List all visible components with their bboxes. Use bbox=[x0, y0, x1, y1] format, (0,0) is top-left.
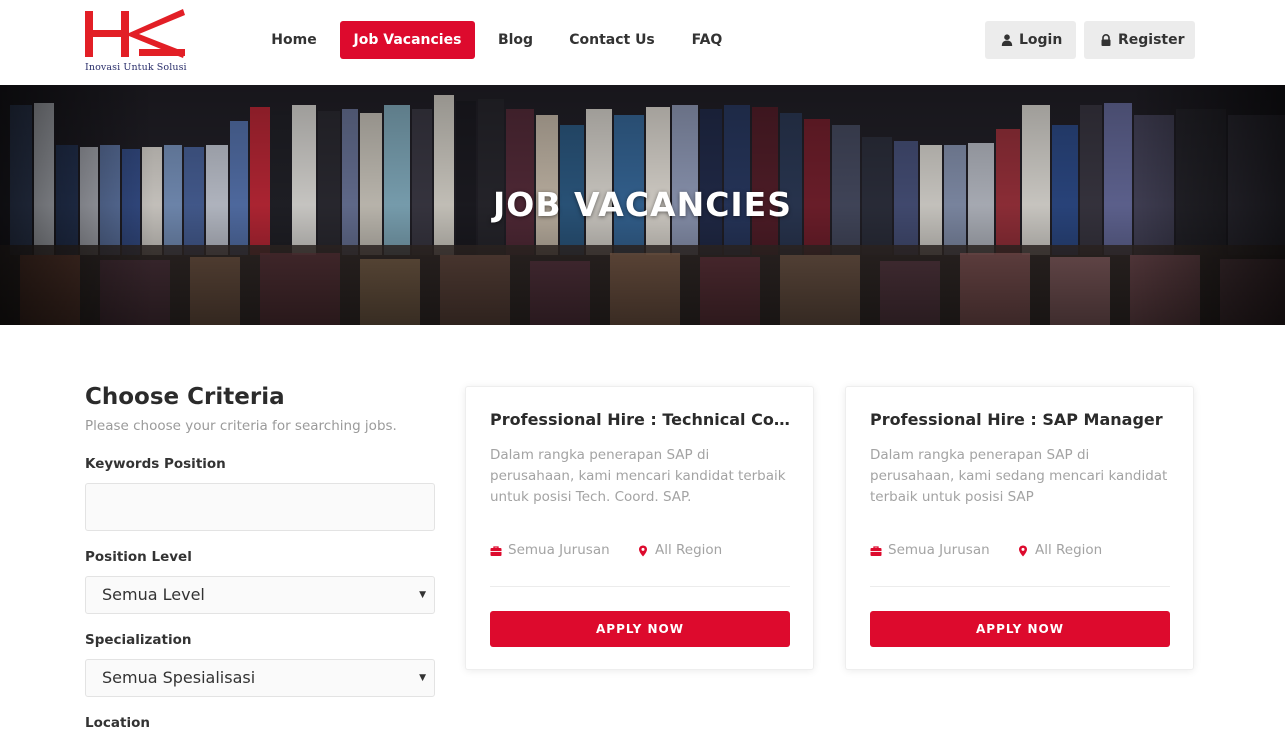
job-region: All Region bbox=[1017, 542, 1102, 558]
brand-tagline: Inovasi Untuk Solusi bbox=[85, 62, 187, 73]
card-divider bbox=[490, 586, 790, 587]
caret-down-icon: ▼ bbox=[419, 590, 426, 600]
job-title[interactable]: Professional Hire : Technical Coor... bbox=[490, 410, 790, 429]
job-card: Professional Hire : Technical Coor... Da… bbox=[465, 386, 814, 670]
map-pin-icon bbox=[1019, 545, 1027, 557]
job-major-text: Semua Jurusan bbox=[508, 542, 610, 558]
hero-title: JOB VACANCIES bbox=[493, 185, 792, 224]
nav-blog[interactable]: Blog bbox=[485, 21, 546, 59]
nav-home[interactable]: Home bbox=[258, 21, 330, 59]
keywords-input[interactable] bbox=[85, 483, 435, 531]
briefcase-icon bbox=[870, 546, 882, 556]
login-button[interactable]: Login bbox=[985, 21, 1076, 59]
criteria-title: Choose Criteria bbox=[85, 384, 285, 410]
nav-faq[interactable]: FAQ bbox=[678, 21, 736, 59]
specialization-select[interactable]: Semua Spesialisasi ▼ bbox=[85, 659, 435, 697]
apply-now-button[interactable]: APPLY NOW bbox=[870, 611, 1170, 647]
login-label: Login bbox=[1019, 32, 1063, 48]
job-major: Semua Jurusan bbox=[870, 542, 990, 558]
hero-banner: JOB VACANCIES bbox=[0, 85, 1285, 325]
nav-job-vacancies[interactable]: Job Vacancies bbox=[340, 21, 475, 59]
job-region-text: All Region bbox=[655, 542, 723, 558]
map-pin-icon bbox=[639, 545, 647, 557]
user-icon bbox=[1001, 34, 1013, 46]
nav-contact-us[interactable]: Contact Us bbox=[558, 21, 666, 59]
job-description: Dalam rangka penerapan SAP di perusahaan… bbox=[490, 447, 786, 505]
position-level-label: Position Level bbox=[85, 549, 192, 565]
keywords-label: Keywords Position bbox=[85, 456, 226, 472]
position-level-value: Semua Level bbox=[102, 585, 205, 604]
hk-logo-mark bbox=[85, 9, 185, 58]
location-label: Location bbox=[85, 715, 150, 731]
specialization-label: Specialization bbox=[85, 632, 192, 648]
lock-icon bbox=[1101, 34, 1111, 46]
apply-now-button[interactable]: APPLY NOW bbox=[490, 611, 790, 647]
caret-down-icon: ▼ bbox=[419, 673, 426, 683]
job-major: Semua Jurusan bbox=[490, 542, 610, 558]
job-card: Professional Hire : SAP Manager Dalam ra… bbox=[845, 386, 1194, 670]
position-level-select[interactable]: Semua Level ▼ bbox=[85, 576, 435, 614]
job-description: Dalam rangka penerapan SAP di perusahaan… bbox=[870, 447, 1168, 505]
brand-logo[interactable]: Inovasi Untuk Solusi bbox=[85, 9, 189, 75]
register-button[interactable]: Register bbox=[1084, 21, 1195, 59]
register-label: Register bbox=[1118, 32, 1185, 48]
site-header: Inovasi Untuk Solusi Home Job Vacancies … bbox=[0, 0, 1285, 85]
job-major-text: Semua Jurusan bbox=[888, 542, 990, 558]
card-divider bbox=[870, 586, 1170, 587]
job-title[interactable]: Professional Hire : SAP Manager bbox=[870, 410, 1170, 429]
specialization-value: Semua Spesialisasi bbox=[102, 668, 256, 687]
criteria-subtitle: Please choose your criteria for searchin… bbox=[85, 418, 397, 434]
job-region: All Region bbox=[637, 542, 722, 558]
job-region-text: All Region bbox=[1035, 542, 1103, 558]
briefcase-icon bbox=[490, 546, 502, 556]
